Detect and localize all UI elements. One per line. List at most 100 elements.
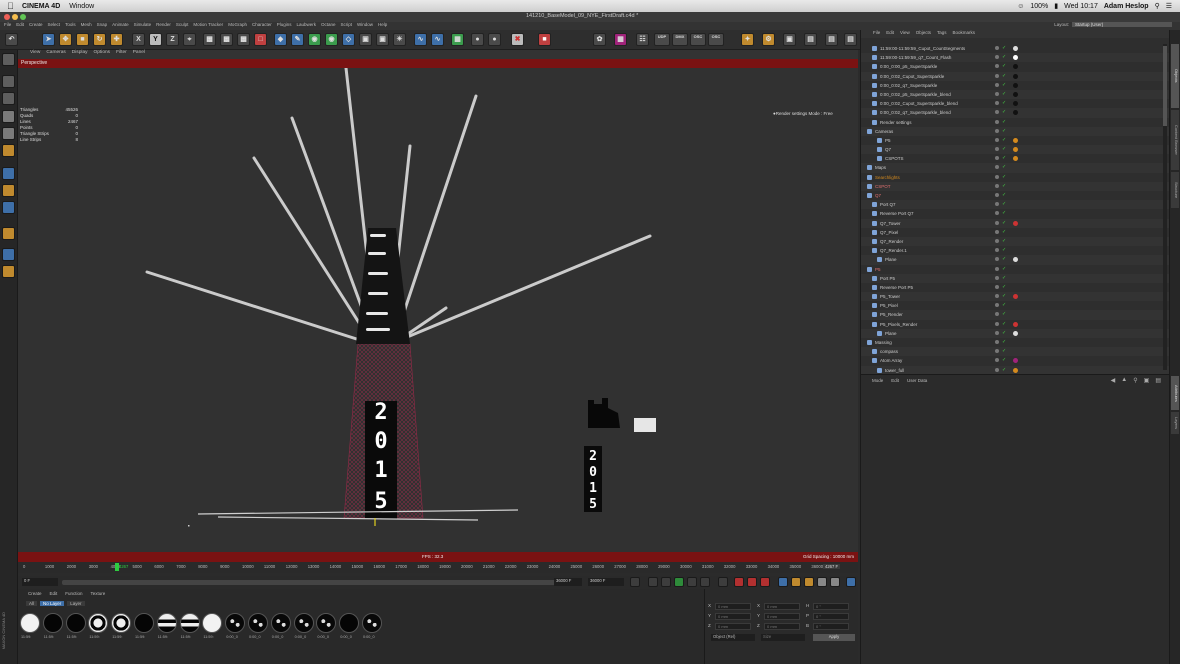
object-tag-icon[interactable] xyxy=(1013,294,1018,300)
visibility-dot[interactable] xyxy=(995,294,999,299)
visibility-dot[interactable] xyxy=(995,55,999,60)
enable-check-icon[interactable]: ✓ xyxy=(1002,292,1006,301)
current-frame-field[interactable]: 4267 F xyxy=(823,564,841,569)
play-icon[interactable] xyxy=(674,577,684,587)
coord-size-select[interactable]: Size xyxy=(761,634,805,641)
z-axis-button[interactable]: Z xyxy=(166,33,179,46)
coord-field[interactable]: 0 mm xyxy=(715,623,751,630)
render-view-icon[interactable]: ▩ xyxy=(203,33,216,46)
object-row[interactable]: 0:00_0:02_q7_SuperSparkle_blend ✓ xyxy=(861,108,1170,118)
enable-check-icon[interactable]: ✓ xyxy=(1002,90,1006,99)
object-row[interactable]: Searchlights ✓ xyxy=(861,173,1170,182)
layout-select[interactable]: Startup (User) xyxy=(1072,22,1172,27)
grid-icon[interactable]: ☷ xyxy=(636,33,649,46)
array-icon[interactable]: ◉ xyxy=(325,33,338,46)
sky-icon[interactable]: ● xyxy=(488,33,501,46)
mat-menu-function[interactable]: Function xyxy=(65,591,82,596)
rotation-key-icon[interactable] xyxy=(804,577,814,587)
vp-menu-cameras[interactable]: Cameras xyxy=(46,50,65,59)
material-swatch[interactable] xyxy=(179,613,200,633)
object-row[interactable]: Render settings ✓ xyxy=(861,118,1170,127)
mat-tab-layer[interactable]: Layer xyxy=(67,601,85,606)
enable-check-icon[interactable]: ✓ xyxy=(1002,154,1006,163)
enable-check-icon[interactable]: ✓ xyxy=(1002,44,1006,53)
object-row[interactable]: Plane ✓ xyxy=(861,328,1170,338)
texture-mode-icon[interactable] xyxy=(2,75,15,88)
enable-check-icon[interactable]: ✓ xyxy=(1002,81,1006,90)
menu-motion-tracker[interactable]: Motion Tracker xyxy=(193,22,223,30)
om-menu-objects[interactable]: Objects xyxy=(916,30,931,38)
layout-icon-2[interactable]: ▤ xyxy=(825,33,838,46)
object-tag-icon[interactable] xyxy=(1013,82,1018,88)
visibility-dot[interactable] xyxy=(995,137,999,142)
object-tag-icon[interactable] xyxy=(1013,220,1018,226)
visibility-dot[interactable] xyxy=(995,165,999,170)
model-mode-icon[interactable] xyxy=(2,53,15,66)
coord-field[interactable]: 0 mm xyxy=(764,623,800,630)
next-key-icon[interactable] xyxy=(700,577,710,587)
object-tag-icon[interactable] xyxy=(1013,91,1018,97)
side-tab-objects[interactable]: Objects xyxy=(1171,44,1179,108)
zoom-window-button[interactable] xyxy=(20,14,26,20)
go-to-end-icon[interactable] xyxy=(718,577,728,587)
camera-icon[interactable]: ▣ xyxy=(376,33,389,46)
prev-frame-icon[interactable] xyxy=(661,577,671,587)
visibility-dot[interactable] xyxy=(995,211,999,216)
snap-icon[interactable] xyxy=(2,201,15,214)
lock-icon[interactable]: ▣ xyxy=(1144,377,1150,384)
object-tag-icon[interactable] xyxy=(1013,156,1018,162)
parameter-key-icon[interactable] xyxy=(817,577,827,587)
coord-field[interactable]: 0 mm xyxy=(715,613,751,620)
am-menu-edit[interactable]: Edit xyxy=(891,378,899,383)
om-menu-edit[interactable]: Edit xyxy=(886,30,894,38)
side-tab-structure[interactable]: Structure xyxy=(1171,172,1179,208)
vp-menu-view[interactable]: View xyxy=(30,50,40,59)
enable-check-icon[interactable]: ✓ xyxy=(1002,283,1006,292)
coord-field[interactable]: 0 ° xyxy=(813,623,849,630)
object-row[interactable]: Q7 ✓ xyxy=(861,145,1170,155)
object-row[interactable]: 0:00_0:00_p5_SuperSparkle ✓ xyxy=(861,62,1170,71)
enable-check-icon[interactable]: ✓ xyxy=(1002,329,1006,338)
material-swatch[interactable] xyxy=(202,613,223,633)
enable-check-icon[interactable]: ✓ xyxy=(1002,191,1006,200)
apply-button[interactable]: Apply xyxy=(813,634,855,641)
menu-mesh[interactable]: Mesh xyxy=(81,22,92,30)
lock-workplane-icon[interactable] xyxy=(2,227,15,240)
workplane-icon[interactable] xyxy=(2,92,15,105)
enable-check-icon[interactable]: ✓ xyxy=(1002,118,1006,127)
material-swatch[interactable] xyxy=(248,613,268,633)
om-menu-bookmarks[interactable]: Bookmarks xyxy=(953,30,976,38)
spline-icon[interactable]: ∿ xyxy=(414,33,427,46)
visibility-dot[interactable] xyxy=(995,367,999,372)
max-frame-field[interactable]: 36000 F xyxy=(554,578,582,586)
visibility-dot[interactable] xyxy=(995,312,999,317)
visibility-dot[interactable] xyxy=(995,101,999,106)
menu-mograph[interactable]: MoGraph xyxy=(228,22,247,30)
points-mode-icon[interactable] xyxy=(2,110,15,123)
coord-field[interactable]: 0 mm xyxy=(764,613,800,620)
menu-create[interactable]: Create xyxy=(29,22,43,30)
menu-character[interactable]: Character xyxy=(252,22,272,30)
light-icon[interactable]: ☀ xyxy=(393,33,406,46)
side-tab-layers[interactable]: Layers xyxy=(1171,412,1179,434)
viewport-perspective[interactable]: View Cameras Display Options Filter Pane… xyxy=(18,50,858,562)
move-icon[interactable]: ✥ xyxy=(59,33,72,46)
pen-icon[interactable]: ✎ xyxy=(291,33,304,46)
visibility-dot[interactable] xyxy=(995,340,999,344)
visibility-dot[interactable] xyxy=(995,46,999,50)
octane-render-icon[interactable]: ⚙ xyxy=(762,33,775,46)
go-to-start-icon[interactable] xyxy=(630,577,640,587)
polygons-mode-icon[interactable] xyxy=(2,144,15,157)
object-row[interactable]: CSPOT ✓ xyxy=(861,181,1170,191)
minimize-window-button[interactable] xyxy=(12,14,18,20)
material-swatch[interactable] xyxy=(293,613,314,633)
enable-check-icon[interactable]: ✓ xyxy=(1002,62,1006,71)
vp-menu-display[interactable]: Display xyxy=(72,50,88,59)
visibility-dot[interactable] xyxy=(995,202,999,207)
object-row[interactable]: Reverse Port Q7 ✓ xyxy=(861,209,1170,218)
timeline-ruler[interactable]: 0100020003000400050006000700080009000100… xyxy=(18,562,858,573)
keyframe-selection-icon[interactable] xyxy=(760,577,770,587)
range-slider[interactable] xyxy=(62,580,582,585)
record-key-icon[interactable] xyxy=(734,577,744,587)
menu-edit[interactable]: Edit xyxy=(16,22,24,30)
